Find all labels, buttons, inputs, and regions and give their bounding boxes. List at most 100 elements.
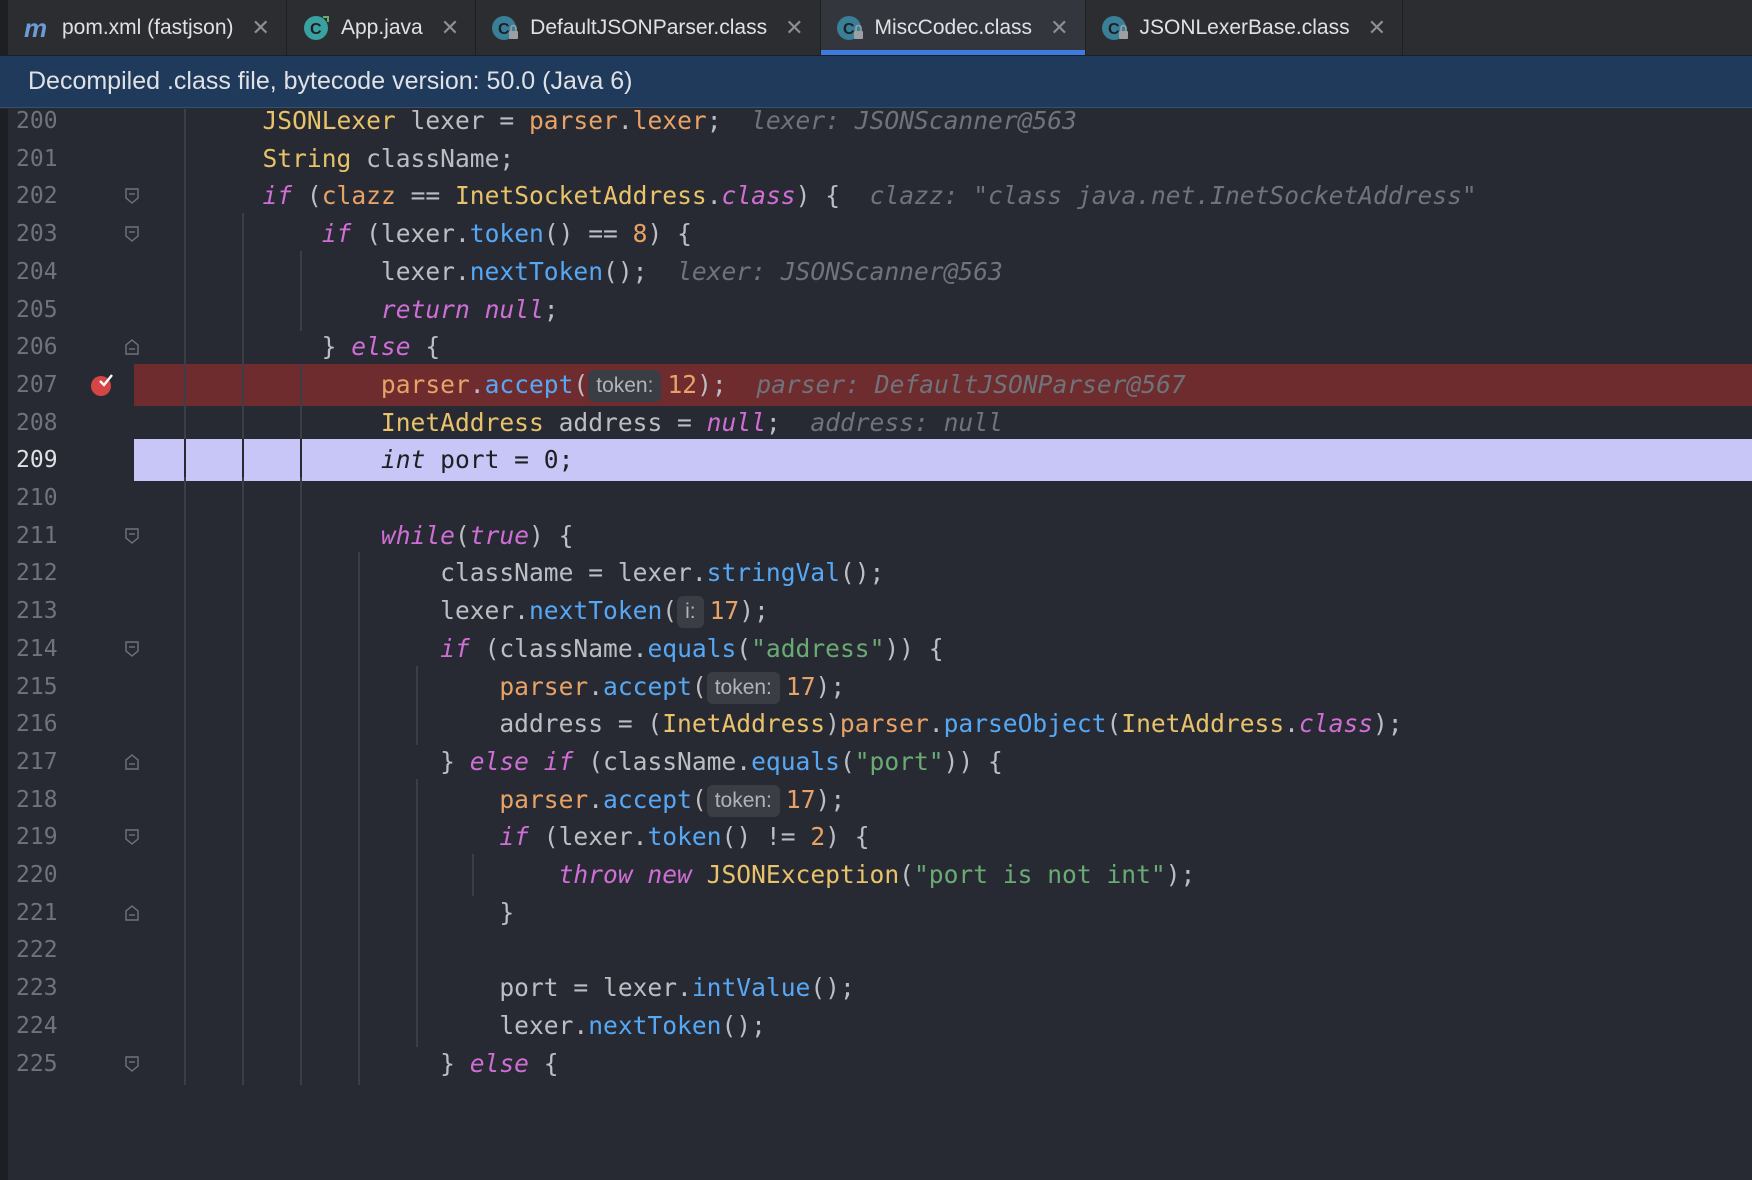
- code-line[interactable]: 223 port = lexer.intValue();: [8, 967, 1752, 1010]
- tab-jsonlexerbase-class[interactable]: C JSONLexerBase.class ✕: [1086, 0, 1404, 55]
- code-text[interactable]: if (clazz == InetSocketAddress.class) { …: [134, 175, 1752, 217]
- fold-close-icon[interactable]: [124, 753, 140, 770]
- code-text[interactable]: lexer.nextToken(); lexer: JSONScanner@56…: [134, 251, 1752, 293]
- line-number[interactable]: 212: [16, 552, 76, 594]
- line-number[interactable]: 208: [16, 402, 76, 444]
- line-number[interactable]: 205: [16, 289, 76, 331]
- code-line[interactable]: 221 }: [8, 891, 1752, 934]
- line-number[interactable]: 210: [16, 477, 76, 519]
- line-number[interactable]: 215: [16, 666, 76, 708]
- code-line[interactable]: 209 int port = 0;: [8, 439, 1752, 482]
- code-text[interactable]: } else {: [134, 1043, 1752, 1085]
- code-text[interactable]: parser.accept(token: 17);: [134, 666, 1752, 708]
- line-number[interactable]: 218: [16, 779, 76, 821]
- code-line[interactable]: 222: [8, 929, 1752, 972]
- code-line[interactable]: 216 address = (InetAddress)parser.parseO…: [8, 703, 1752, 746]
- code-text[interactable]: int port = 0;: [134, 439, 1752, 482]
- close-icon[interactable]: ✕: [1368, 15, 1386, 41]
- code-text[interactable]: if (lexer.token() != 2) {: [134, 816, 1752, 858]
- line-number[interactable]: 206: [16, 326, 76, 368]
- code-text[interactable]: [134, 929, 1752, 971]
- line-number[interactable]: 219: [16, 816, 76, 858]
- line-number[interactable]: 202: [16, 175, 76, 217]
- code-editor[interactable]: 200 JSONLexer lexer = parser.lexer; lexe…: [0, 109, 1752, 1180]
- close-icon[interactable]: ✕: [252, 15, 270, 41]
- line-number[interactable]: 221: [16, 892, 76, 934]
- code-line[interactable]: 202 if (clazz == InetSocketAddress.class…: [8, 175, 1752, 218]
- close-icon[interactable]: ✕: [441, 15, 459, 41]
- line-number[interactable]: 211: [16, 515, 76, 557]
- fold-open-icon[interactable]: [124, 1055, 140, 1072]
- code-line[interactable]: 220 throw new JSONException("port is not…: [8, 854, 1752, 896]
- code-text[interactable]: }: [134, 892, 1752, 934]
- breakpoint-icon[interactable]: [90, 373, 114, 397]
- close-icon[interactable]: ✕: [1050, 15, 1068, 41]
- code-text[interactable]: port = lexer.intValue();: [134, 967, 1752, 1009]
- tab-defaultjsonparser-class[interactable]: C DefaultJSONParser.class ✕: [476, 0, 821, 55]
- line-number[interactable]: 213: [16, 590, 76, 632]
- code-text[interactable]: } else {: [134, 326, 1752, 368]
- code-text[interactable]: return null;: [134, 289, 1752, 331]
- indent-guide: [416, 703, 418, 746]
- line-number[interactable]: 217: [16, 741, 76, 783]
- code-line[interactable]: 215 parser.accept(token: 17);: [8, 665, 1752, 708]
- line-number[interactable]: 220: [16, 854, 76, 896]
- code-line[interactable]: 203 if (lexer.token() == 8) {: [8, 213, 1752, 256]
- line-number[interactable]: 204: [16, 251, 76, 293]
- tab-misccodec-class[interactable]: C MiscCodec.class ✕: [820, 0, 1086, 55]
- svg-text:C: C: [843, 21, 855, 38]
- fold-open-icon[interactable]: [124, 527, 140, 544]
- code-line[interactable]: 210: [8, 477, 1752, 519]
- indent-guide: [358, 929, 360, 972]
- line-number[interactable]: 222: [16, 929, 76, 971]
- fold-open-icon[interactable]: [124, 226, 140, 243]
- fold-close-icon[interactable]: [124, 339, 140, 355]
- code-text[interactable]: throw new JSONException("port is not int…: [134, 854, 1752, 896]
- fold-close-icon[interactable]: [124, 904, 140, 921]
- fold-open-icon[interactable]: [124, 829, 140, 846]
- tab-pom-xml-fastjson[interactable]: m pom.xml (fastjson) ✕: [8, 0, 287, 55]
- line-number[interactable]: 209: [16, 439, 76, 481]
- code-text[interactable]: } else if (className.equals("port")) {: [134, 741, 1752, 783]
- code-text[interactable]: while(true) {: [134, 515, 1752, 557]
- line-number[interactable]: 223: [16, 967, 76, 1009]
- code-text[interactable]: String className;: [134, 138, 1752, 180]
- code-line[interactable]: 214 if (className.equals("address")) {: [8, 627, 1752, 670]
- code-line[interactable]: 205 return null;: [8, 288, 1752, 331]
- line-number[interactable]: 207: [16, 364, 76, 406]
- line-number[interactable]: 201: [16, 138, 76, 180]
- code-text[interactable]: className = lexer.stringVal();: [134, 552, 1752, 594]
- code-line[interactable]: 201 String className;: [8, 137, 1752, 180]
- code-text[interactable]: if (className.equals("address")) {: [134, 628, 1752, 670]
- code-line[interactable]: 213 lexer.nextToken(i: 17);: [8, 590, 1752, 633]
- code-line[interactable]: 225 } else {: [8, 1042, 1752, 1085]
- code-line[interactable]: 211 while(true) {: [8, 514, 1752, 557]
- code-text[interactable]: address = (InetAddress)parser.parseObjec…: [134, 703, 1752, 745]
- code-text[interactable]: [134, 477, 1752, 519]
- code-line[interactable]: 219 if (lexer.token() != 2) {: [8, 816, 1752, 859]
- code-line[interactable]: 204 lexer.nextToken(); lexer: JSONScanne…: [8, 250, 1752, 293]
- code-line[interactable]: 217 } else if (className.equals("port"))…: [8, 740, 1752, 783]
- code-line[interactable]: 207 parser.accept(token: 12); parser: Def…: [8, 363, 1752, 406]
- line-number[interactable]: 224: [16, 1005, 76, 1047]
- code-text[interactable]: if (lexer.token() == 8) {: [134, 213, 1752, 255]
- fold-open-icon[interactable]: [124, 641, 140, 657]
- code-line[interactable]: 224 lexer.nextToken();: [8, 1004, 1752, 1047]
- line-number[interactable]: 214: [16, 628, 76, 670]
- line-number[interactable]: 216: [16, 703, 76, 745]
- code-line[interactable]: 218 parser.accept(token: 17);: [8, 778, 1752, 821]
- line-number[interactable]: 203: [16, 213, 76, 255]
- code-text[interactable]: lexer.nextToken(i: 17);: [134, 590, 1752, 632]
- code-line[interactable]: 212 className = lexer.stringVal();: [8, 552, 1752, 595]
- indent-guide: [358, 967, 360, 1010]
- code-line[interactable]: 208 InetAddress address = null; address:…: [8, 401, 1752, 444]
- code-text[interactable]: parser.accept(token: 17);: [134, 779, 1752, 821]
- code-line[interactable]: 206 } else {: [8, 326, 1752, 369]
- code-text[interactable]: InetAddress address = null; address: nul…: [134, 402, 1752, 444]
- code-text[interactable]: parser.accept(token: 12); parser: Default…: [134, 363, 1752, 406]
- line-number[interactable]: 225: [16, 1043, 76, 1085]
- close-icon[interactable]: ✕: [785, 15, 803, 41]
- fold-open-icon[interactable]: [124, 188, 140, 205]
- code-text[interactable]: lexer.nextToken();: [134, 1005, 1752, 1047]
- tab-app-java[interactable]: C App.java ✕: [287, 0, 477, 55]
